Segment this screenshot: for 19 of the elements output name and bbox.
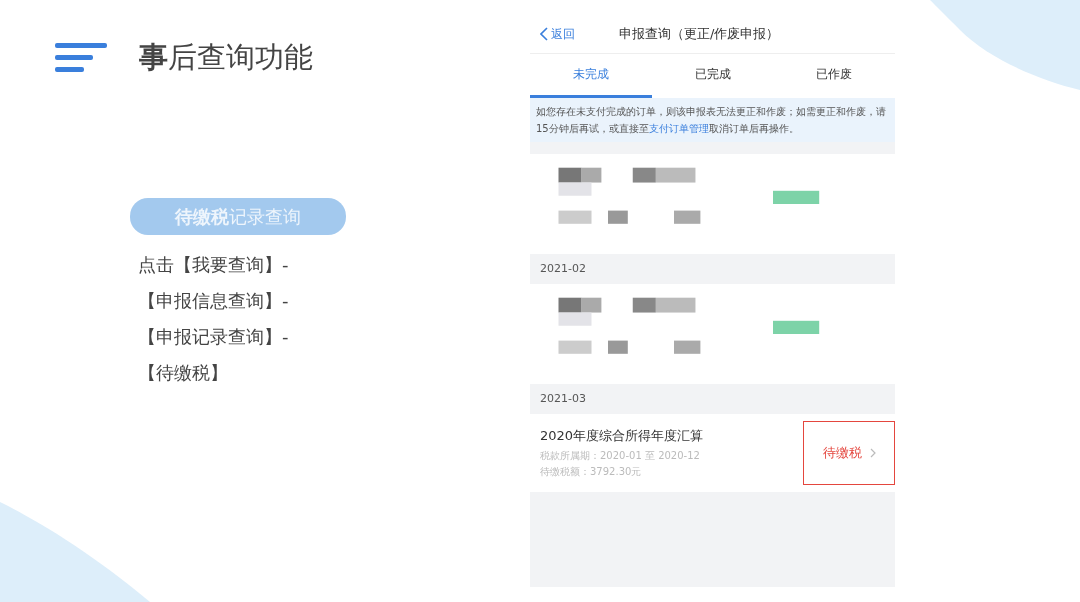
section-label: 待缴税记录查询 [130,198,346,235]
payment-orders-link[interactable]: 支付订单管理 [648,123,709,134]
tab[interactable]: 已完成 [651,54,774,98]
screen-title: 申报查询（更正/作废申报） [619,25,780,43]
notice-text: 如您存在未支付完成的订单，则该申报表无法更正和作废；如需更正和作废，请15分钟后再试，或直接至支付订单管理取消订单后再操作。 [530,98,895,142]
slide-title: 事后查询功能 [139,39,313,76]
tab[interactable]: 已作废 [773,54,895,98]
step-text: 【申报记录查询】- [138,325,289,349]
pending-tax-button[interactable]: 待缴税 [803,421,895,485]
menu-icon [55,43,107,73]
record-title: 2020年度综合所得年度汇算 [540,426,704,445]
back-button[interactable]: 返回 [530,25,575,43]
step-text: 【待缴税】 [138,361,228,385]
month-header: 2021-03 [539,391,587,407]
chevron-icon [869,448,876,458]
month-header: 2021-02 [539,261,587,277]
back-icon [540,27,548,41]
step-text: 点击【我要查询】- [138,253,289,277]
step-text: 【申报信息查询】- [138,289,289,313]
